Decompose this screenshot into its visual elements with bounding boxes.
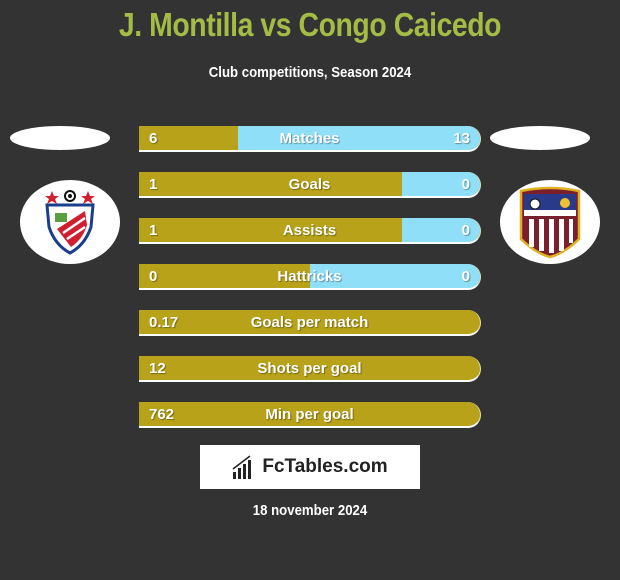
carabobo-fc-crest-icon xyxy=(519,186,581,259)
stat-label: Matches xyxy=(279,130,340,147)
estudiantes-de-merida-crest-icon xyxy=(45,190,95,255)
right-value: 0 xyxy=(461,176,470,193)
stat-row: 1 Goals 0 xyxy=(139,172,481,198)
fctables-logo[interactable]: FcTables.com xyxy=(200,445,420,489)
stat-row: 0 Hattricks 0 xyxy=(139,264,481,290)
page-title: J. Montilla vs Congo Caicedo xyxy=(118,6,502,43)
right-team-logo xyxy=(500,180,600,264)
stat-label: Goals per match xyxy=(250,314,369,331)
stat-row: 12 Shots per goal xyxy=(139,356,481,382)
stat-row: 0.17 Goals per match xyxy=(139,310,481,336)
bar-chart-icon xyxy=(232,455,252,479)
date-label: 18 november 2024 xyxy=(252,502,368,519)
right-value: 0 xyxy=(461,222,470,239)
stat-row: 1 Assists 0 xyxy=(139,218,481,244)
stat-row: 762 Min per goal xyxy=(139,402,481,428)
subtitle: Club competitions, Season 2024 xyxy=(208,64,412,81)
left-player-oval xyxy=(10,126,110,150)
brand-name: FcTables.com xyxy=(262,456,388,477)
right-value: 0 xyxy=(461,268,470,285)
right-value: 13 xyxy=(453,130,470,147)
stat-label: Hattricks xyxy=(277,268,342,285)
stat-label: Min per goal xyxy=(265,406,354,423)
right-player-oval xyxy=(490,126,590,150)
stat-label: Shots per goal xyxy=(257,360,362,377)
left-team-logo xyxy=(20,180,120,264)
stat-label: Assists xyxy=(282,222,337,239)
stat-label: Goals xyxy=(288,176,331,193)
stat-row: 6 Matches 13 xyxy=(139,126,481,152)
